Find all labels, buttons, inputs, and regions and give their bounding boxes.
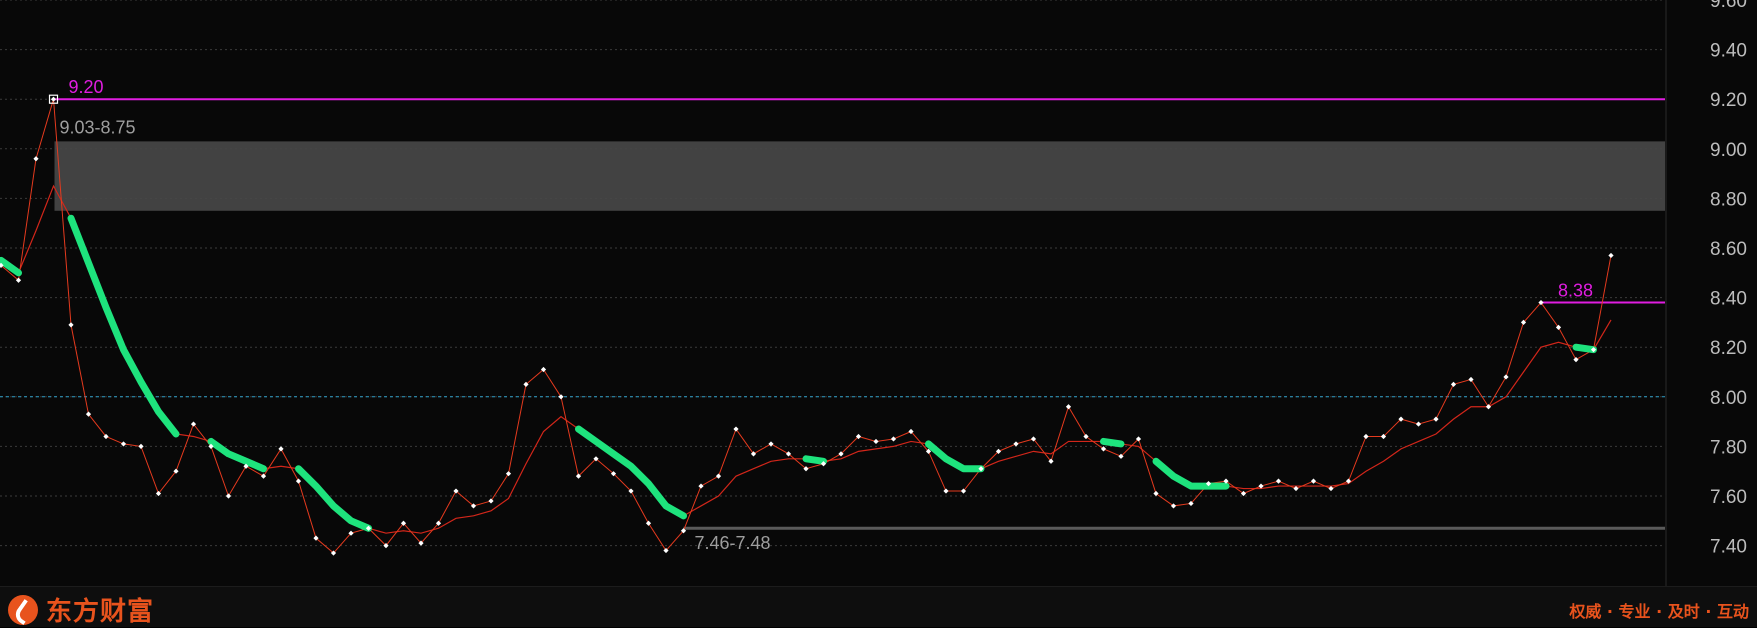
price-point (698, 483, 704, 489)
highlight-segment (207, 437, 267, 473)
support-label: 7.46-7.48 (695, 533, 771, 553)
chart-svg: 9.60 9.40 9.20 9.00 8.80 8.60 8.40 8.20 8.00 7.80… (0, 0, 1747, 586)
price-point (295, 478, 302, 484)
price-point (1485, 404, 1492, 410)
price-point (1608, 252, 1614, 259)
price-point (138, 443, 144, 449)
brand-logo-icon (8, 594, 38, 625)
high-label: 9.20 (69, 77, 104, 97)
highlight-segment (925, 440, 985, 473)
price-point (558, 394, 564, 400)
price-point (260, 473, 267, 479)
y-tick-label: 8.00 (1710, 388, 1747, 409)
price-point (1363, 433, 1369, 440)
y-tick-label: 7.60 (1710, 487, 1747, 508)
resistance-zone-label: 9.03-8.75 (60, 117, 136, 137)
y-tick-label: 7.80 (1710, 437, 1747, 458)
price-point (68, 322, 74, 328)
price-point (943, 488, 949, 494)
highlight-segment (1100, 437, 1125, 448)
price-point (225, 493, 232, 499)
y-tick-label: 9.00 (1710, 140, 1747, 161)
price-point (1468, 376, 1474, 383)
price-point (1065, 404, 1072, 410)
price-point (1573, 357, 1579, 363)
price-point (1415, 421, 1422, 427)
slogan: 权威 · 专业 · 及时 · 互动 (1569, 602, 1749, 621)
price-point (1310, 478, 1317, 484)
y-tick-label: 8.20 (1710, 338, 1747, 359)
price-point (715, 473, 722, 479)
price-point (1503, 374, 1509, 380)
recent-high-label: 8.38 (1558, 281, 1593, 301)
price-point (278, 446, 284, 452)
highlight-segment (575, 425, 687, 520)
y-tick-label: 9.20 (1710, 90, 1747, 111)
price-point (1275, 478, 1282, 484)
price-point (1433, 416, 1439, 422)
price-point (873, 438, 879, 445)
price-point (768, 441, 774, 447)
price-point (505, 471, 512, 477)
highlight-segment (802, 455, 827, 465)
brand: 东方财富 (8, 591, 154, 628)
footer-bar: 东方财富 权威 · 专业 · 及时 · 互动 (0, 586, 1757, 627)
moving-average-line (0, 184, 1612, 534)
price-point (890, 436, 897, 442)
y-tick-label: 7.40 (1710, 537, 1747, 558)
price-point (1450, 381, 1457, 387)
price-point (33, 156, 39, 162)
price-point (120, 441, 127, 447)
brand-name: 东方财富 (46, 597, 155, 627)
highlight-segment (1572, 343, 1597, 354)
price-point (645, 520, 652, 526)
price-point (1328, 485, 1334, 492)
y-tick-label: 8.40 (1710, 289, 1747, 310)
price-point (488, 498, 494, 504)
price-point (50, 96, 57, 102)
price-point (1293, 485, 1299, 492)
highlight-segment (295, 465, 372, 532)
y-tick-label: 8.80 (1710, 189, 1747, 210)
stock-chart: 9.60 9.40 9.20 9.00 8.80 8.60 8.40 8.20 8.00 7.80… (0, 0, 1757, 626)
y-tick-label: 9.40 (1710, 41, 1747, 62)
resistance-zone (54, 141, 1665, 211)
price-point (1013, 441, 1019, 447)
y-tick-label: 8.60 (1710, 239, 1747, 260)
highlight-segment (67, 214, 180, 438)
highlight-segment (0, 256, 22, 277)
y-tick-label: 9.60 (1710, 0, 1747, 12)
